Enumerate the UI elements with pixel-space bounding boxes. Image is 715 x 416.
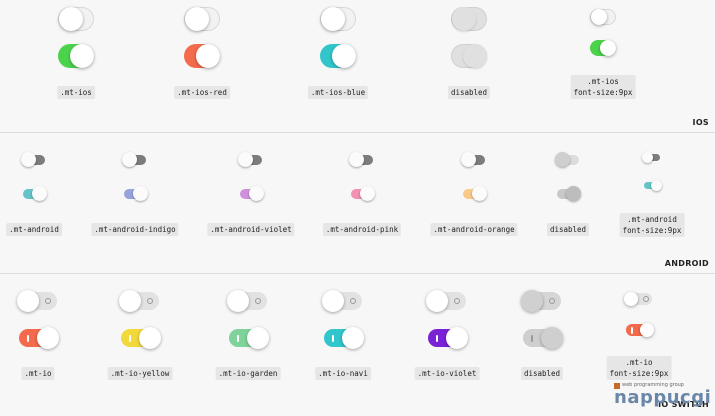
- io-on-indicator: [129, 334, 131, 342]
- switch-knob: [227, 290, 249, 312]
- switch-knob: [119, 290, 141, 312]
- io-switch-on[interactable]: [428, 327, 468, 349]
- watermark-brand: nappucgi: [614, 387, 712, 408]
- switch-knob: [521, 290, 543, 312]
- io-on-indicator: [631, 326, 633, 334]
- io-off-indicator: [549, 298, 555, 304]
- io-off-indicator: [147, 298, 153, 304]
- switch-knob: [139, 327, 161, 349]
- switch-knob: [322, 290, 344, 312]
- io-off-indicator: [45, 298, 51, 304]
- switch-knob: [342, 327, 364, 349]
- io-switch-section: .mt-io .mt-io-yellow .mt-io-garden .mt-io-n…: [0, 0, 715, 416]
- io-switch-on[interactable]: [19, 327, 59, 349]
- io-on-indicator: [237, 334, 239, 342]
- io-on-indicator: [27, 334, 29, 342]
- switch-knob: [247, 327, 269, 349]
- switch-knob: [37, 327, 59, 349]
- io-switch-off[interactable]: [227, 290, 267, 312]
- io-off-indicator: [643, 296, 649, 302]
- io-off-indicator: [454, 298, 460, 304]
- io-switch-on[interactable]: [626, 323, 654, 337]
- switch-knob: [426, 290, 448, 312]
- io-switch-label: .mt-io-navi: [315, 367, 371, 380]
- io-switch-label: .mt-io: [21, 367, 55, 380]
- watermark-logo-mark: [614, 383, 620, 389]
- io-switch-off[interactable]: [322, 290, 362, 312]
- watermark-logo: web programming group nappucgi: [614, 382, 711, 407]
- io-on-indicator: [531, 334, 533, 342]
- io-on-indicator: [332, 334, 334, 342]
- io-switch-label: .mt-io-yellow: [107, 367, 173, 380]
- io-switch-on[interactable]: [121, 327, 161, 349]
- switch-knob: [541, 327, 563, 349]
- io-on-indicator: [436, 334, 438, 342]
- io-switch-off[interactable]: [426, 290, 466, 312]
- io-switch-label: disabled: [520, 367, 564, 380]
- io-switch-label: .mt-io-violet: [414, 367, 480, 380]
- switch-knob: [17, 290, 39, 312]
- switch-knob: [446, 327, 468, 349]
- io-switch-on: [523, 327, 563, 349]
- io-switch-off[interactable]: [17, 290, 57, 312]
- io-off-indicator: [350, 298, 356, 304]
- io-switch-on[interactable]: [324, 327, 364, 349]
- switch-knob: [624, 292, 638, 306]
- io-switch-off[interactable]: [119, 290, 159, 312]
- io-switch-off: [521, 290, 561, 312]
- io-off-indicator: [255, 298, 261, 304]
- io-switch-on[interactable]: [229, 327, 269, 349]
- io-switch-label: .mt-io font-size:9px: [606, 356, 672, 380]
- switch-knob: [640, 323, 654, 337]
- io-switch-label: .mt-io-garden: [215, 367, 281, 380]
- io-switch-off[interactable]: [624, 292, 652, 306]
